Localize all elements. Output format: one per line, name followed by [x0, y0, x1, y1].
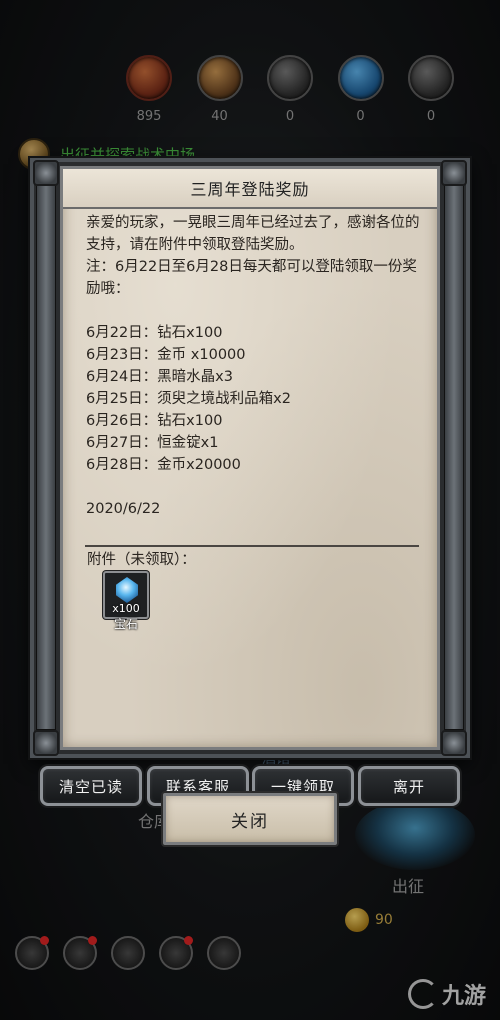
- attachment-item-name: 宝石: [113, 617, 138, 631]
- frame-corner-ornament: [33, 730, 59, 756]
- attachment-divider: [85, 545, 419, 547]
- mail-date: 2020/6/22: [86, 501, 161, 517]
- reward-line: 6月28日：金币x20000: [86, 457, 241, 473]
- mail-spacer: [86, 300, 421, 322]
- reward-line: 6月23日：金币 x10000: [86, 347, 246, 363]
- frame-left-bar: [36, 185, 56, 730]
- reward-line: 6月26日：钻石x100: [86, 413, 223, 429]
- reward-line: 6月22日：钻石x100: [86, 325, 223, 341]
- attachment-item-slot[interactable]: x100: [103, 571, 149, 619]
- mail-paper: 三周年登陆奖励 亲爱的玩家，一晃眼三周年已经过去了，感谢各位的支持，请在附件中领…: [60, 166, 440, 750]
- attachment-item-qty: x100: [112, 602, 140, 615]
- frame-corner-ornament: [441, 730, 467, 756]
- mail-title-bar: 三周年登陆奖励: [63, 169, 437, 209]
- reward-line: 6月27日：恒金锭x1: [86, 435, 219, 451]
- mail-note: 注：6月22日至6月28日每天都可以登陆领取一份奖励哦：: [86, 259, 417, 297]
- attachment-label: 附件（未领取）：: [87, 552, 196, 568]
- mail-greeting: 亲爱的玩家，一晃眼三周年已经过去了，感谢各位的支持，请在附件中领取登陆奖励。: [86, 215, 420, 253]
- frame-right-bar: [444, 185, 464, 730]
- reward-line: 6月25日：须臾之境战利品箱x2: [86, 391, 291, 407]
- reward-line: 6月24日：黑暗水晶x3: [86, 369, 233, 385]
- close-button[interactable]: 关闭: [163, 793, 337, 845]
- mail-title: 三周年登陆奖励: [190, 180, 310, 199]
- frame-corner-ornament: [33, 160, 59, 186]
- mail-body[interactable]: 亲爱的玩家，一晃眼三周年已经过去了，感谢各位的支持，请在附件中领取登陆奖励。 注…: [86, 212, 421, 520]
- clear-read-button[interactable]: 清空已读: [40, 766, 142, 806]
- leave-button[interactable]: 离开: [358, 766, 460, 806]
- gem-icon: [116, 577, 138, 603]
- frame-corner-ornament: [441, 160, 467, 186]
